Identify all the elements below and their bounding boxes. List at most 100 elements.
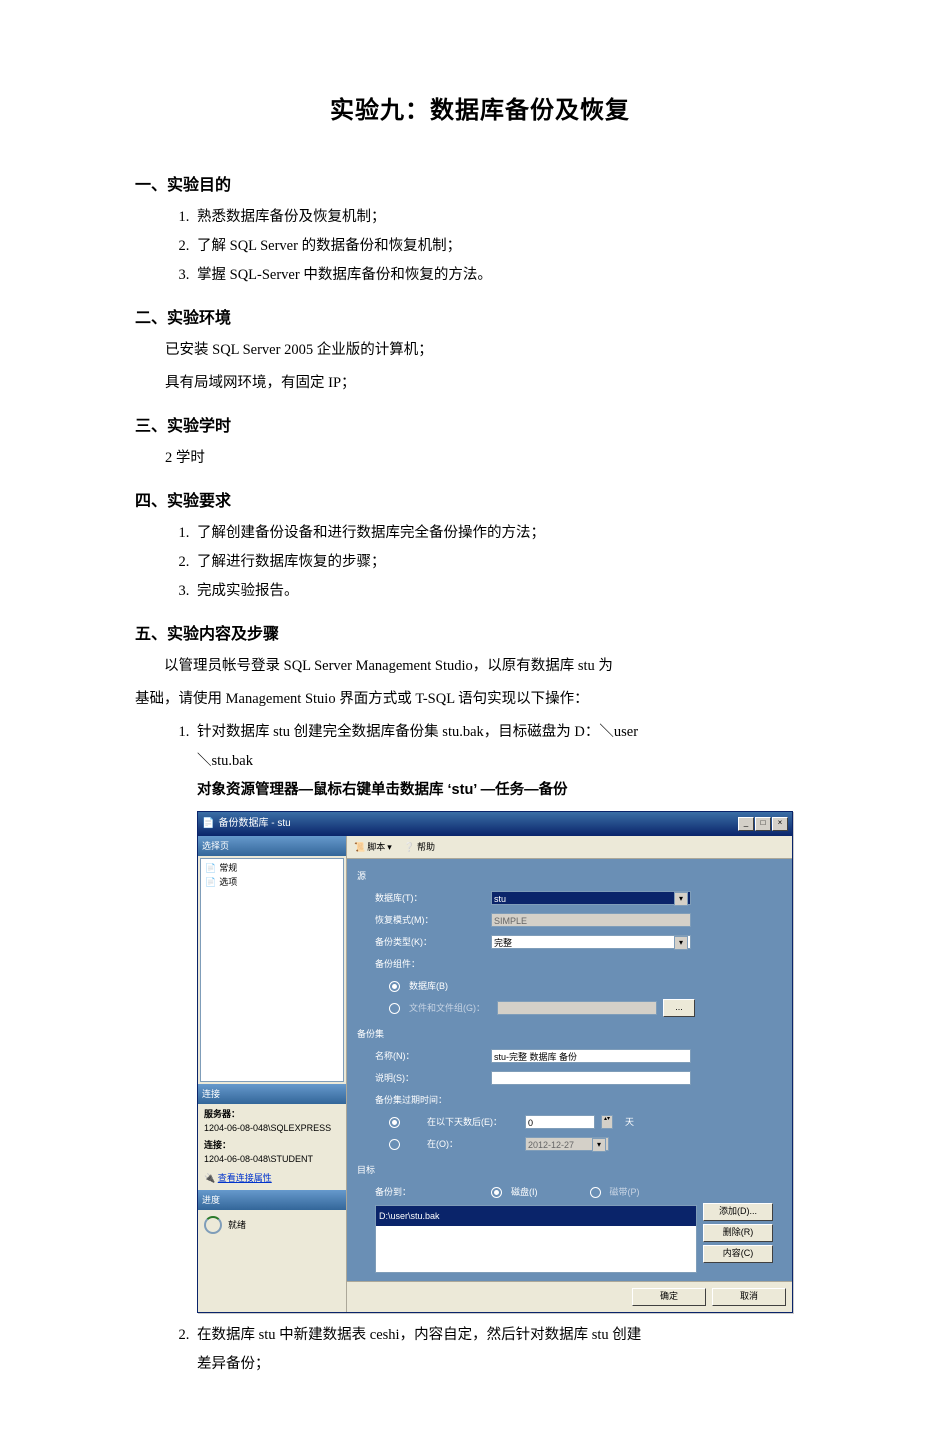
filegroup-field [497,1001,657,1015]
expire-days-label: 在以下天数后(E)： [409,1113,519,1131]
backup-component-label: 备份组件： [375,955,485,973]
desc-label: 说明(S)： [375,1069,485,1087]
dialog-left-panel: 选择页 📄 常规 📄 选项 [198,836,346,1312]
backup-type-label: 备份类型(K)： [375,933,485,951]
dest-label: 备份到： [375,1183,485,1201]
filegroup-browse-button[interactable]: ... [663,999,695,1017]
database-label: 数据库(T)： [375,889,485,907]
desc-input[interactable] [491,1071,691,1085]
section-1-list: 熟悉数据库备份及恢复机制； 了解 SQL Server 的数据备份和恢复机制； … [135,203,825,290]
radio-expire-days[interactable] [389,1117,400,1128]
dialog-titlebar[interactable]: 📄 备份数据库 - stu _ □ × [198,812,792,836]
days-unit: 天 [625,1113,634,1131]
page-general-label: 常规 [219,861,237,875]
view-connection-link[interactable]: 查看连接属性 [218,1173,272,1183]
list-item: 针对数据库 stu 创建完全数据库备份集 stu.bak，目标磁盘为 D：＼us… [193,718,825,1313]
section-5-list: 针对数据库 stu 创建完全数据库备份集 stu.bak，目标磁盘为 D：＼us… [135,718,825,1379]
list-item: 在数据库 stu 中新建数据表 ceshi，内容自定，然后针对数据库 stu 创… [193,1321,825,1379]
screenshot-backup-dialog: 📄 备份数据库 - stu _ □ × 选择页 [197,811,825,1313]
list-item: 完成实验报告。 [193,577,825,606]
radio-tape-label: 磁带(P) [610,1183,640,1201]
help-button[interactable]: ❔ 帮助 [401,838,438,856]
list-item: 了解进行数据库恢复的步骤； [193,548,825,577]
page-list: 📄 常规 📄 选项 [200,858,344,1082]
connection-label: 连接： [204,1139,340,1153]
connection-icon: 🔌 [204,1173,215,1183]
expire-days-input[interactable]: 0 [525,1115,595,1129]
section-3-heading: 三、实验学时 [135,412,825,436]
radio-database[interactable] [389,981,400,992]
page-title: 实验九：数据库备份及恢复 [135,90,825,125]
backup-type-select[interactable]: 完整 [491,935,691,949]
page-icon: 📄 [205,861,216,875]
radio-expire-on[interactable] [389,1139,400,1150]
radio-disk[interactable] [491,1187,502,1198]
radio-filegroup[interactable] [389,1003,400,1014]
maximize-button[interactable]: □ [755,817,771,831]
paragraph: 具有局域网环境，有固定 IP； [165,369,825,398]
server-value: 1204-06-08-048\SQLEXPRESS [204,1122,340,1136]
section-4-heading: 四、实验要求 [135,487,825,511]
group-destination: 目标 [357,1161,782,1179]
recovery-model-field: SIMPLE [491,913,691,927]
recovery-model-label: 恢复模式(M)： [375,911,485,929]
connection-panel: 服务器： 1204-06-08-048\SQLEXPRESS 连接： 1204-… [198,1104,346,1190]
section-2-heading: 二、实验环境 [135,304,825,328]
close-button[interactable]: × [772,817,788,831]
database-select[interactable]: stu [491,891,691,905]
expire-on-date[interactable]: 2012-12-27 [525,1137,609,1151]
name-label: 名称(N)： [375,1047,485,1065]
dialog-icon: 📄 [202,814,214,834]
destination-item[interactable]: D:\user\stu.bak [376,1206,696,1226]
add-button[interactable]: 添加(D)... [703,1203,773,1221]
connection-value: 1204-06-08-048\STUDENT [204,1153,340,1167]
name-input[interactable]: stu-完整 数据库 备份 [491,1049,691,1063]
ok-button[interactable]: 确定 [632,1288,706,1306]
radio-disk-label: 磁盘(I) [511,1183,538,1201]
page-options-label: 选项 [219,875,237,889]
radio-tape[interactable] [590,1187,601,1198]
destination-list[interactable]: D:\user\stu.bak [375,1205,697,1273]
paragraph: 以管理员帐号登录 SQL Server Management Studio，以原… [135,652,825,681]
radio-filegroup-label: 文件和文件组(G)： [409,999,485,1017]
paragraph: 已安装 SQL Server 2005 企业版的计算机； [165,336,825,365]
content-button[interactable]: 内容(C) [703,1245,773,1263]
step-2-line2: 差异备份； [197,1350,825,1379]
chevron-down-icon: ▾ [387,838,392,856]
page: 实验九：数据库备份及恢复 一、实验目的 熟悉数据库备份及恢复机制； 了解 SQL… [0,0,945,1443]
form-area: 源 数据库(T)： stu 恢复模式(M)： SIMPLE [347,859,792,1281]
script-label: 脚本 [367,838,385,856]
help-label: 帮助 [417,838,435,856]
script-icon: 📜 [354,838,365,856]
step-1-line2: ＼stu.bak [197,747,825,776]
expire-label: 备份集过期时间： [375,1091,485,1109]
page-icon: 📄 [205,875,216,889]
cancel-button[interactable]: 取消 [712,1288,786,1306]
section-4-list: 了解创建备份设备和进行数据库完全备份操作的方法； 了解进行数据库恢复的步骤； 完… [135,519,825,606]
page-options[interactable]: 📄 选项 [205,875,339,889]
remove-button[interactable]: 删除(R) [703,1224,773,1242]
minimize-button[interactable]: _ [738,817,754,831]
dialog-toolbar: 📜 脚本 ▾ ❔ 帮助 [347,836,792,859]
progress-icon [204,1216,222,1234]
backup-dialog: 📄 备份数据库 - stu _ □ × 选择页 [197,811,793,1313]
step-2-text: 在数据库 stu 中新建数据表 ceshi，内容自定，然后针对数据库 stu 创… [197,1327,641,1343]
section-5-heading: 五、实验内容及步骤 [135,620,825,644]
step-1-text: 针对数据库 stu 创建完全数据库备份集 stu.bak，目标磁盘为 D：＼us… [197,724,638,740]
list-item: 熟悉数据库备份及恢复机制； [193,203,825,232]
server-label: 服务器： [204,1108,340,1122]
page-general[interactable]: 📄 常规 [205,861,339,875]
list-item: 了解创建备份设备和进行数据库完全备份操作的方法； [193,519,825,548]
dialog-title: 备份数据库 - stu [218,814,290,834]
connection-header: 连接 [198,1084,346,1104]
spinner-icon[interactable]: ▴▾ [601,1115,613,1129]
list-item: 了解 SQL Server 的数据备份和恢复机制； [193,232,825,261]
help-icon: ❔ [404,838,415,856]
progress-text: 就绪 [228,1216,246,1234]
radio-database-label: 数据库(B) [409,977,448,995]
progress-panel: 就绪 [198,1210,346,1240]
section-1-heading: 一、实验目的 [135,171,825,195]
expire-on-label: 在(O)： [409,1135,519,1153]
progress-header: 进度 [198,1190,346,1210]
script-button[interactable]: 📜 脚本 ▾ [351,838,395,856]
